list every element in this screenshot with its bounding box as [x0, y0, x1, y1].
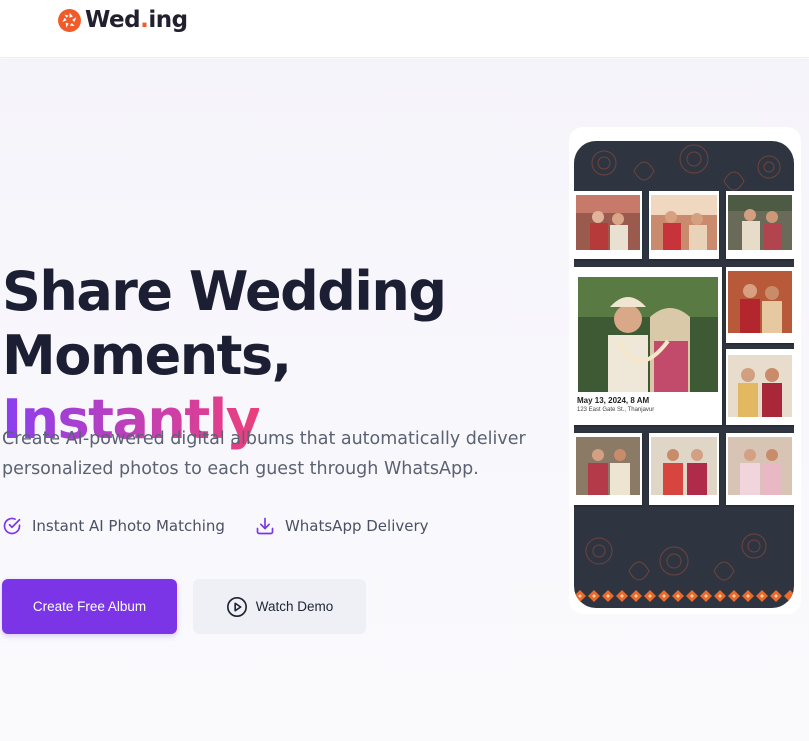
play-circle-icon — [226, 596, 247, 617]
brand-name: Wed.ing — [85, 7, 188, 33]
photo-card[interactable] — [649, 191, 719, 259]
feature-label: Instant AI Photo Matching — [32, 517, 225, 535]
photo-card[interactable] — [649, 433, 719, 505]
feature-label: WhatsApp Delivery — [284, 517, 429, 535]
feature-list: Instant AI Photo Matching WhatsApp Deliv… — [2, 516, 429, 536]
watch-demo-label: Watch Demo — [255, 599, 334, 614]
decorative-border-trim — [574, 590, 794, 602]
headline-line-1: Share Wedding — [2, 260, 447, 323]
featured-photo-card[interactable]: May 13, 2024, 8 AM 123 East Gate St., Th… — [574, 267, 722, 425]
site-header: Wed.ing — [0, 0, 809, 58]
feature-whatsapp-delivery: WhatsApp Delivery — [255, 516, 429, 536]
photo-date: May 13, 2024, 8 AM — [577, 396, 650, 405]
photo-card[interactable] — [726, 433, 794, 505]
feature-ai-matching: Instant AI Photo Matching — [2, 516, 225, 536]
create-free-album-button[interactable]: Create Free Album — [2, 579, 177, 634]
subtitle-line-1: Create AI-powered digital albums that au… — [2, 429, 526, 449]
download-icon — [256, 517, 274, 535]
hero-subtitle: Create AI-powered digital albums that au… — [2, 424, 562, 484]
brand-logo[interactable]: Wed.ing — [57, 5, 188, 35]
subtitle-line-2: personalized photos to each guest throug… — [2, 459, 479, 479]
headline-line-2: Moments, — [2, 324, 292, 387]
photo-card[interactable] — [574, 191, 642, 259]
phone-mockup: May 13, 2024, 8 AM 123 East Gate St., Th… — [569, 127, 801, 614]
watch-demo-button[interactable]: Watch Demo — [193, 579, 366, 634]
photo-collage: May 13, 2024, 8 AM 123 East Gate St., Th… — [574, 187, 794, 527]
phone-screen: May 13, 2024, 8 AM 123 East Gate St., Th… — [574, 141, 794, 608]
photo-card[interactable] — [726, 349, 794, 425]
photo-card[interactable] — [726, 267, 794, 343]
photo-card[interactable] — [574, 433, 642, 505]
check-circle-icon — [3, 517, 21, 535]
photo-address: 123 East Gate St., Thanjavur — [577, 407, 655, 413]
camera-aperture-icon — [58, 8, 81, 32]
photo-card[interactable] — [726, 191, 794, 259]
